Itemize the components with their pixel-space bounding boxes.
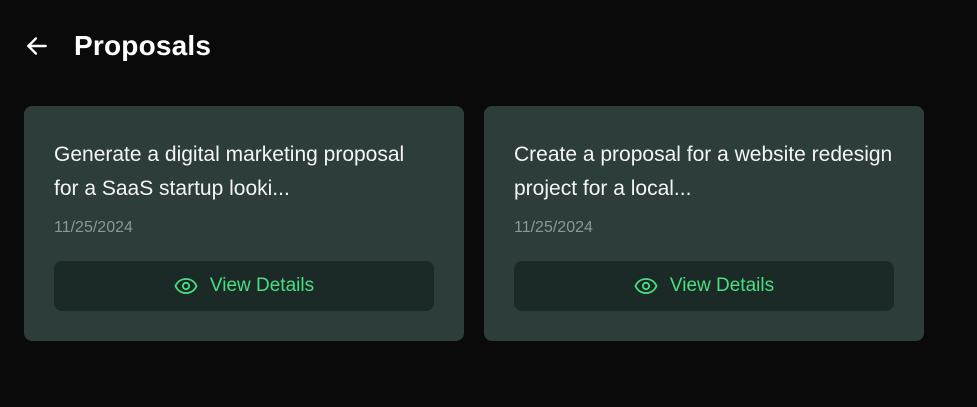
arrow-left-icon [24, 33, 50, 59]
proposal-card: Generate a digital marketing proposal fo… [24, 106, 464, 341]
proposal-date: 11/25/2024 [54, 219, 133, 236]
proposal-title: Create a proposal for a website redesign… [514, 143, 893, 200]
eye-icon [634, 274, 658, 298]
eye-icon [174, 274, 198, 298]
view-details-button[interactable]: View Details [54, 261, 434, 311]
view-details-button[interactable]: View Details [514, 261, 894, 311]
proposal-card: Create a proposal for a website redesign… [484, 106, 924, 341]
proposal-list: Generate a digital marketing proposal fo… [24, 106, 924, 341]
view-details-label: View Details [669, 275, 775, 296]
proposal-date: 11/25/2024 [514, 219, 593, 236]
page-title: Proposals [74, 30, 212, 61]
back-button[interactable] [24, 24, 54, 68]
page-header: Proposals [24, 24, 211, 68]
proposal-title: Generate a digital marketing proposal fo… [54, 143, 405, 200]
proposals-page: Proposals Generate a digital marketing p… [0, 0, 977, 407]
view-details-label: View Details [209, 275, 315, 296]
